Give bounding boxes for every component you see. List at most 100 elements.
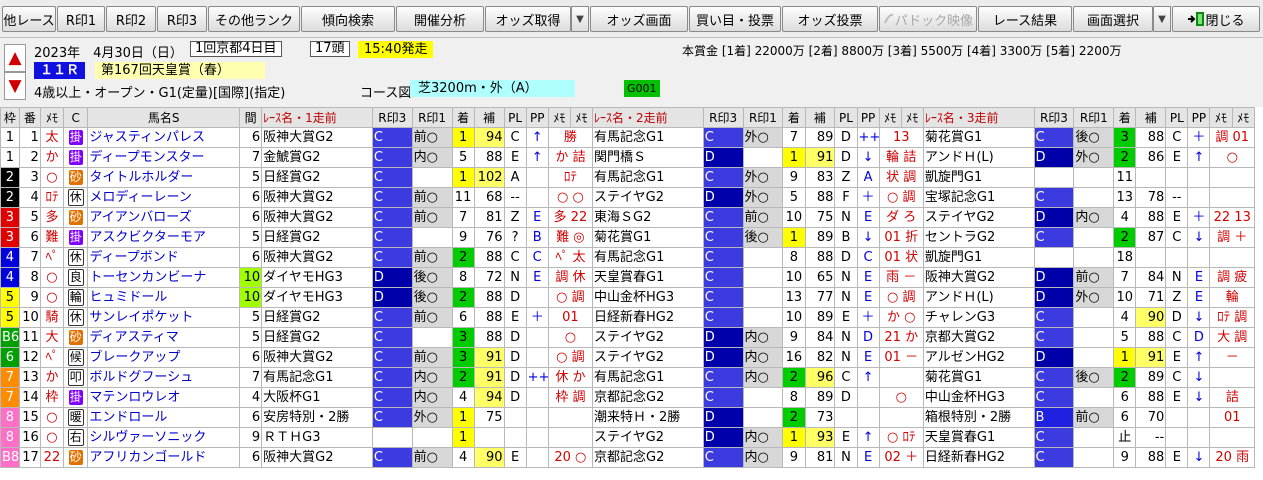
toolbar-button-2[interactable]: R印2 — [106, 6, 156, 32]
toolbar-button-9[interactable]: 買い目・投票 — [689, 6, 781, 32]
header-cell[interactable]: PL — [834, 107, 858, 128]
header-cell[interactable]: ﾒﾓ — [878, 107, 902, 128]
header-cell[interactable]: 馬名S — [87, 107, 241, 128]
horse-row[interactable]: 7 13 か叩ボルドグフーシュ 7 有馬記念G1 C 内○ 2 91 D ++ 休 か有馬記念G1 C 内… — [0, 367, 1255, 388]
header-cell[interactable]: 着 — [451, 107, 475, 128]
horse-name-cell: タイトルホルダー — [87, 167, 241, 188]
horse-row[interactable]: 2 3 ○ 砂タイトルホルダー 5 日経賞G2 C 1 102 A ﾛﾃ 有馬記念G1 C 外○ 9 83 Z A… — [0, 167, 1255, 188]
header-cell[interactable]: R印1 — [1073, 107, 1115, 128]
header-cell[interactable]: R印3 — [1033, 107, 1075, 128]
horse-row[interactable]: 1 1 太掛ジャスティンパレス 6 阪神大賞G2 C 前○ 1 94 C ↑ 勝有馬記念G1 C 外○ 7 8… — [0, 127, 1255, 148]
prize-money: 本賞金 [1着] 22000万 [2着] 8800万 [3着] 5500万 [4… — [682, 44, 1122, 58]
marker-cell: 掛 — [63, 227, 89, 248]
header-cell[interactable]: R印1 — [411, 107, 453, 128]
header-cell[interactable]: PL — [1165, 107, 1189, 128]
header-cell[interactable]: ﾒﾓ — [547, 107, 571, 128]
horse-row[interactable]: B6 11 大砂ディアスティマ 5 日経賞G2 C 3 88 D ○ ステイヤG2 D 内○ 9 84 N D 2… — [0, 327, 1255, 348]
rank3-cell: B — [1033, 407, 1075, 428]
horse-row[interactable]: 3 5 多砂アイアンバローズ 6 阪神大賞G2 C 前○ 7 81 Z E 多 22 東海ＳG2 C 前○ 1… — [0, 207, 1255, 228]
toolbar-button-14[interactable]: 閉じる — [1172, 6, 1260, 32]
finish-cell: 1 — [451, 427, 475, 448]
horse-row[interactable]: 5 10 騎休サンレイポケット 5 日経賞G2 C 前○ 6 88 E ＋ 01 日経新春HG2 C 10 8… — [0, 307, 1255, 328]
horse-row[interactable]: 1 2 か掛ディープモンスター 7 金鯱賞G2 C 内○ 5 88 E ↑ か 詰関門橋Ｓ D 1 91 D ↓… — [0, 147, 1255, 168]
pl-cell — [503, 407, 527, 428]
horse-number-cell: 1 — [18, 127, 41, 148]
rank1-cell: 外○ — [742, 167, 784, 188]
prev-race-arrow-icon[interactable]: ▲ — [4, 44, 26, 72]
rank3-cell: C — [1033, 227, 1075, 248]
horse-row[interactable]: 5 9 ○ 輪ヒュミドール 10 ダイヤモHG3 D 後○ 2 88 D ○ 調中山金杯HG3 C 13 7… — [0, 287, 1255, 308]
course-map-label[interactable]: コース図 — [360, 82, 411, 101]
header-cell[interactable]: ﾒﾓ — [39, 107, 65, 128]
header-cell[interactable]: ﾒﾓ — [1209, 107, 1233, 128]
horse-name-cell: アスクビクターモア — [87, 227, 241, 248]
pl-cell: E — [503, 447, 527, 468]
horse-name-cell: ブレークアップ — [87, 347, 241, 368]
rank3-cell: C — [371, 247, 413, 268]
header-cell[interactable]: 間 — [239, 107, 263, 128]
toolbar-button-6[interactable]: 開催分析 — [396, 6, 484, 32]
score-cell: 93 — [804, 427, 836, 448]
odds-dropdown-arrow[interactable]: ▼ — [571, 6, 589, 32]
memo-pair-cell: ○ 調 — [547, 287, 594, 308]
header-cell[interactable]: ﾚｰｽ名・3走前 — [922, 107, 1035, 128]
header-cell[interactable]: PP — [525, 107, 549, 128]
pl-cell: N — [834, 207, 858, 228]
header-cell[interactable]: C — [63, 107, 89, 128]
marker-badge: 休 — [67, 308, 84, 326]
header-cell[interactable]: PP — [856, 107, 880, 128]
horse-number-cell: 7 — [18, 247, 41, 268]
horse-row[interactable]: B8 17 22 砂アフリカンゴールド 6 阪神大賞G2 C 前○ 4 90 E 20 ○ 京都記念G2… — [0, 447, 1255, 468]
toolbar-button-12[interactable]: レース結果 — [978, 6, 1072, 32]
toolbar-button-7[interactable]: オッズ取得 — [485, 6, 571, 32]
next-race-arrow-icon[interactable]: ▼ — [4, 72, 26, 100]
memo-pair-cell: ダ ろ — [878, 207, 924, 228]
header-cell[interactable]: 着 — [782, 107, 806, 128]
pl-cell: Z — [503, 207, 527, 228]
pl-cell: E — [834, 427, 858, 448]
header-cell[interactable]: PL — [503, 107, 527, 128]
header-cell[interactable]: R印1 — [742, 107, 784, 128]
toolbar-button-0[interactable]: 他レース — [2, 6, 56, 32]
race-name-cell: 有馬記念G1 — [592, 367, 704, 388]
header-cell[interactable]: ﾚｰｽ名・2走前 — [592, 107, 704, 128]
header-cell[interactable]: ﾒﾓ — [900, 107, 924, 128]
rank3-cell: C — [702, 247, 744, 268]
post-time: 15:40発走 — [358, 41, 434, 58]
horse-row[interactable]: 4 7 ﾍﾟ休ディープボンド 6 阪神大賞G2 C 前○ 2 88 C C ﾍﾟ 太有馬記念G1 C 8 8… — [0, 247, 1255, 268]
horse-row[interactable]: 8 16 ○ 右シルヴァーソニック 9 ＲＴＨG3 1 ステイヤG2 D 内○ 1 93 E ↑ ○ ﾛﾃ天… — [0, 427, 1255, 448]
toolbar-button-13[interactable]: 画面選択 — [1073, 6, 1153, 32]
horse-row[interactable]: 4 8 ○ 良トーセンカンビーナ 10 ダイヤモHG3 D 後○ 8 72 N E 調 休天皇賞春G1 C… — [0, 267, 1255, 288]
horse-row[interactable]: 7 14 枠掛マテンロウレオ 4 大阪杯G1 C 内○ 4 94 D 枠 調京都記念G2 C 8 89 D ○… — [0, 387, 1255, 408]
header-cell[interactable]: ﾚｰｽ名・1走前 — [261, 107, 373, 128]
horse-row[interactable]: 2 4 ﾛﾃ休メロディーレーン 6 阪神大賞G2 C 前○ 11 68 -- ○ ○ ステイヤG2 D 外… — [0, 187, 1255, 208]
header-cell[interactable]: 補 — [804, 107, 836, 128]
horse-row[interactable]: 6 12 ﾍﾟ候ブレークアップ 6 阪神大賞G2 C 前○ 3 91 D ○ 調ステイヤG2 D 内○ 1… — [0, 347, 1255, 368]
toolbar-button-10[interactable]: オッズ投票 — [782, 6, 878, 32]
race-name-cell: ステイヤG2 — [592, 327, 704, 348]
screen-select-dropdown-arrow[interactable]: ▼ — [1153, 6, 1171, 32]
toolbar-button-4[interactable]: その他ランク — [208, 6, 300, 32]
pp-cell: ↓ — [1187, 447, 1211, 468]
pp-cell: B — [525, 227, 549, 248]
header-cell[interactable]: R印3 — [702, 107, 744, 128]
pp-cell: D — [856, 327, 880, 348]
header-cell[interactable]: 補 — [1135, 107, 1167, 128]
header-cell[interactable]: ﾒﾓ — [1231, 107, 1256, 128]
toolbar-button-8[interactable]: オッズ画面 — [590, 6, 688, 32]
toolbar-button-5[interactable]: 傾向検索 — [301, 6, 395, 32]
header-cell[interactable]: PP — [1187, 107, 1211, 128]
toolbar-button-3[interactable]: R印3 — [157, 6, 207, 32]
header-cell[interactable]: ﾒﾓ — [569, 107, 594, 128]
toolbar-button-1[interactable]: R印1 — [57, 6, 105, 32]
rank3-cell: C — [371, 447, 413, 468]
header-cell[interactable]: 枠 — [0, 107, 20, 128]
toolbar-button-11[interactable]: パドック映像 — [879, 6, 977, 32]
race-name-cell: 阪神大賞G2 — [261, 127, 373, 148]
horse-row[interactable]: 8 15 ○ 暖エンドロール 6 安房特別・2勝 C 外○ 1 75 潮来特Ｈ・2勝 D 2 73 箱根特別… — [0, 407, 1255, 428]
header-cell[interactable]: 補 — [473, 107, 505, 128]
header-cell[interactable]: 番 — [18, 107, 41, 128]
horse-row[interactable]: 3 6 難掛アスクビクターモア 5 日経賞G2 C 9 76? B 難 ◎ 菊花賞G1 C 後○ 1 89 B… — [0, 227, 1255, 248]
header-cell[interactable]: R印3 — [371, 107, 413, 128]
header-cell[interactable]: 着 — [1113, 107, 1137, 128]
